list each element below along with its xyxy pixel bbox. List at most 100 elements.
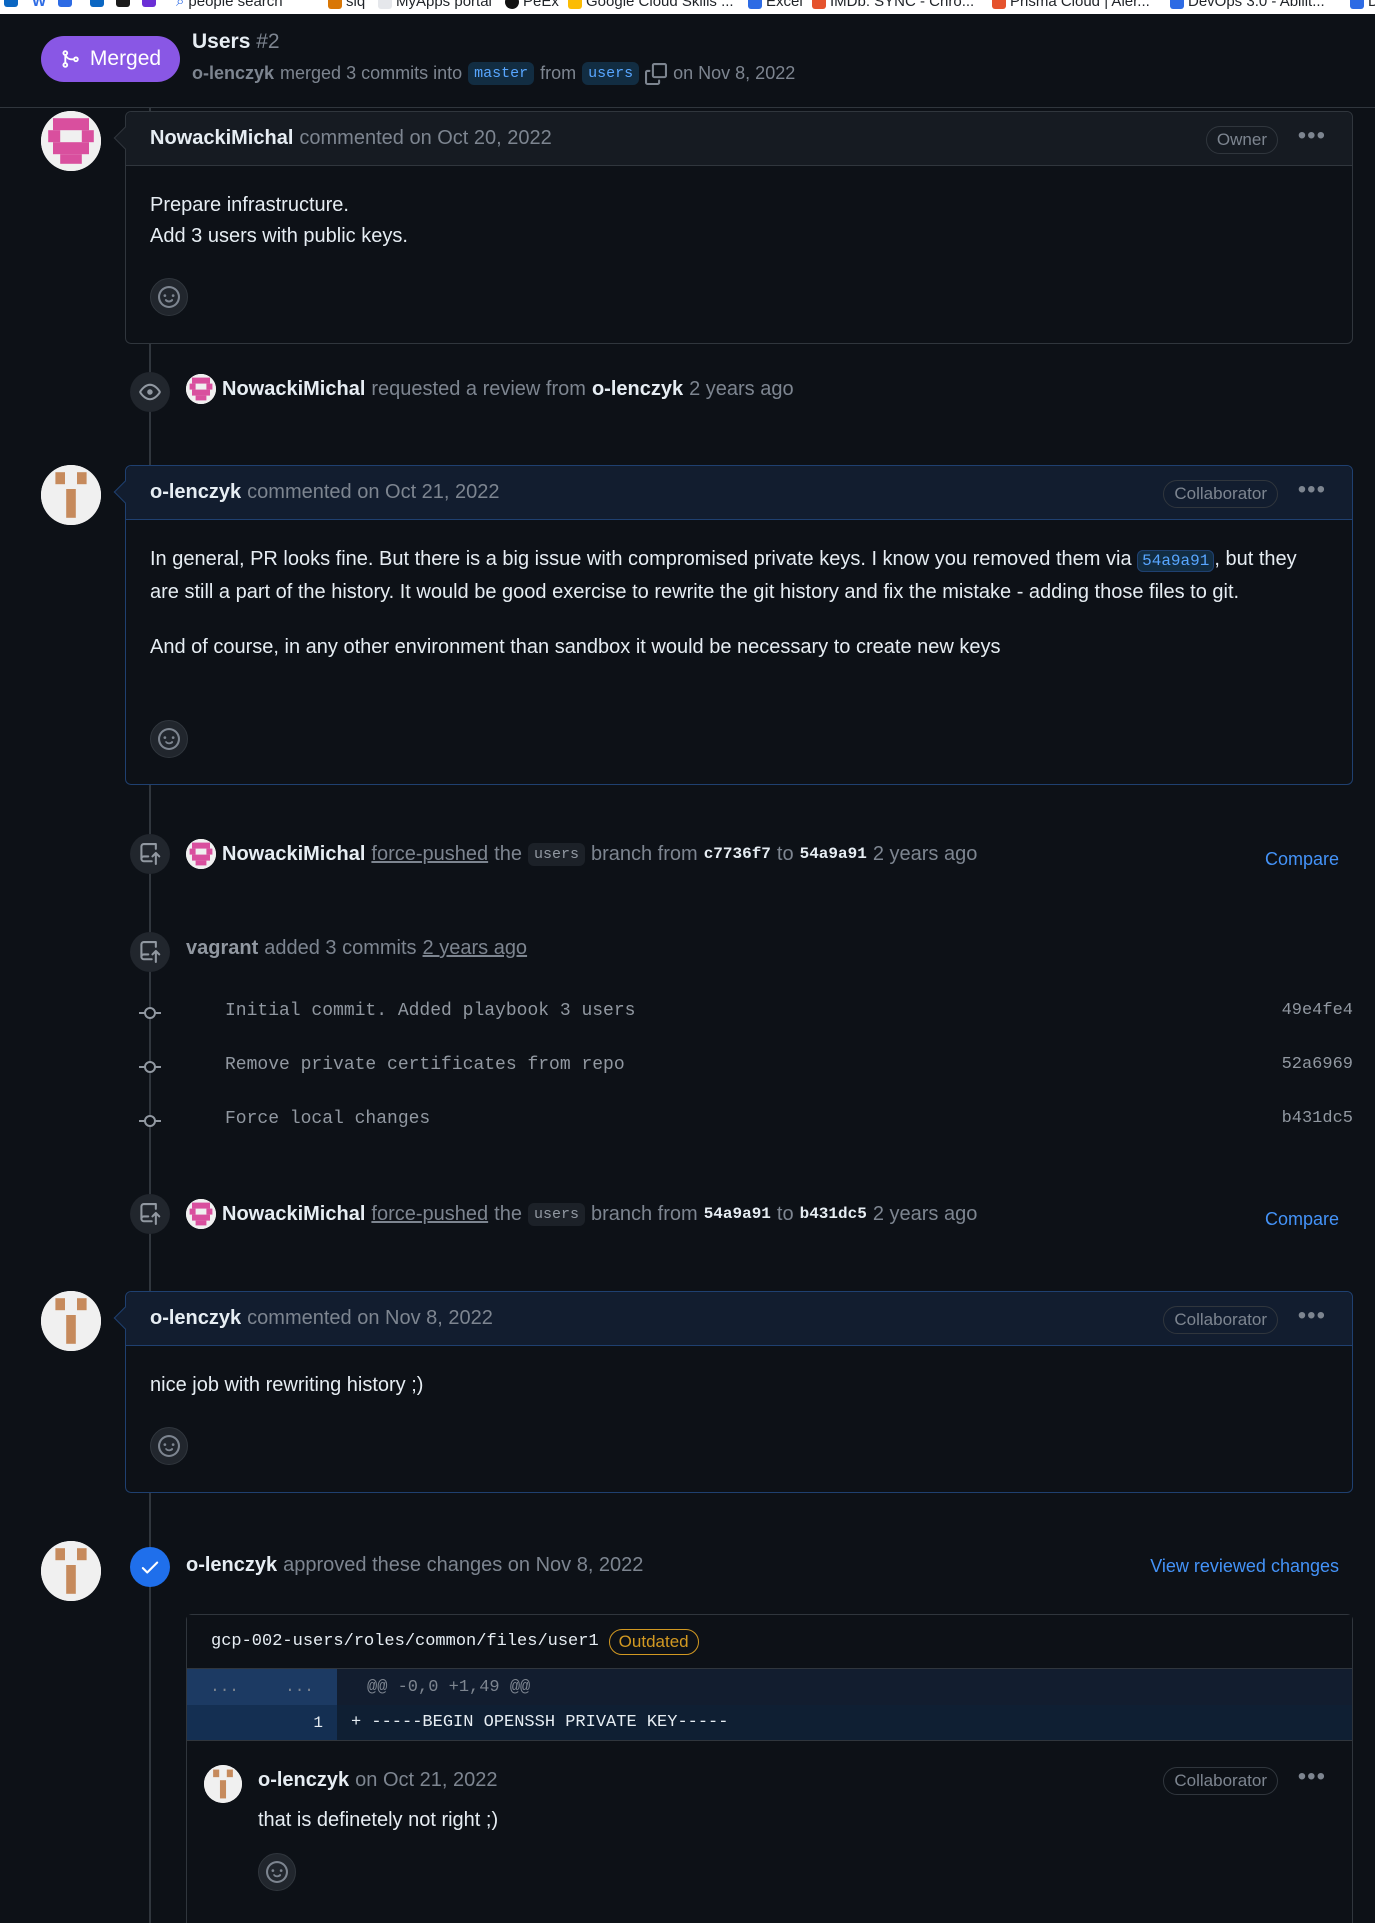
bookmark-purple[interactable] xyxy=(142,0,156,7)
line-number[interactable]: 1 xyxy=(187,1705,337,1740)
outlook-icon xyxy=(4,0,18,7)
add-reaction-button[interactable] xyxy=(150,278,188,316)
comment-meta[interactable]: on Oct 21, 2022 xyxy=(355,1769,497,1792)
bookmark-d[interactable]: D xyxy=(1350,0,1375,10)
to-sha[interactable]: 54a9a91 xyxy=(800,845,867,863)
add-reaction-button[interactable] xyxy=(258,1853,296,1891)
pr-merge-summary: o-lenczyk merged 3 commits into master f… xyxy=(192,62,795,85)
comment-author[interactable]: o-lenczyk xyxy=(150,1307,241,1330)
comment-meta[interactable]: commented on Nov 8, 2022 xyxy=(247,1307,493,1330)
comment-body: Prepare infrastructure. Add 3 users with… xyxy=(126,166,1352,276)
comment-body: nice job with rewriting history ;) xyxy=(126,1346,1352,1425)
bookmark-confluence[interactable] xyxy=(58,0,72,7)
commit-message[interactable]: Remove private certificates from repo xyxy=(225,1055,625,1075)
base-branch-link[interactable]: master xyxy=(468,62,535,85)
file-path-link[interactable]: gcp-002-users/roles/common/files/user1 xyxy=(211,1632,599,1651)
bookmark-imdb[interactable]: IMDb: SYNC - Chro... xyxy=(812,0,974,10)
repo-push-icon xyxy=(140,1203,161,1225)
to-sha[interactable]: b431dc5 xyxy=(800,1205,867,1223)
event-time[interactable]: 2 years ago xyxy=(873,1203,978,1226)
bookmark-devops[interactable]: DevOps 3.0 - Abilit... xyxy=(1170,0,1325,10)
kebab-menu-icon[interactable]: ••• xyxy=(1298,1304,1326,1328)
commit-message[interactable]: Initial commit. Added playbook 3 users xyxy=(225,1001,635,1021)
bookmark-myapps[interactable]: MyApps portal xyxy=(378,0,492,10)
avatar-o-lenczyk[interactable] xyxy=(41,1291,101,1351)
event-time[interactable]: 2 years ago xyxy=(689,378,794,401)
force-pushed-link[interactable]: force-pushed xyxy=(371,1203,488,1226)
avatar-nowackimichal[interactable] xyxy=(186,374,216,404)
avatar-nowackimichal[interactable] xyxy=(186,839,216,869)
bookmark-word[interactable]: W xyxy=(32,0,46,10)
commit-sha[interactable]: 49e4fe4 xyxy=(1282,1001,1353,1020)
avatar-o-lenczyk[interactable] xyxy=(41,465,101,525)
bookmark-excel[interactable]: Excel xyxy=(748,0,803,10)
review-approved-event: o-lenczyk approved these changes on Nov … xyxy=(186,1554,643,1577)
bookmark-trello[interactable] xyxy=(90,0,104,7)
comment-meta[interactable]: commented on Oct 20, 2022 xyxy=(299,127,551,150)
branch-label[interactable]: users xyxy=(527,1202,585,1226)
event-actor[interactable]: o-lenczyk xyxy=(186,1554,277,1577)
commit-sha[interactable]: 52a6969 xyxy=(1282,1055,1353,1074)
excel-icon xyxy=(748,0,762,9)
compare-link[interactable]: Compare xyxy=(1265,1209,1339,1230)
from-sha[interactable]: c7736f7 xyxy=(704,845,771,863)
kebab-menu-icon[interactable]: ••• xyxy=(1298,1765,1326,1789)
add-reaction-button[interactable] xyxy=(150,1427,188,1465)
comment-author[interactable]: NowackiMichal xyxy=(150,127,293,150)
diff-line-text: + -----BEGIN OPENSSH PRIVATE KEY----- xyxy=(351,1713,729,1732)
repo-push-icon xyxy=(140,843,161,865)
merger-link[interactable]: o-lenczyk xyxy=(192,63,274,84)
event-time[interactable]: 2 years ago xyxy=(873,843,978,866)
commit-sha[interactable]: b431dc5 xyxy=(1282,1109,1353,1128)
kebab-menu-icon[interactable]: ••• xyxy=(1298,124,1326,148)
avatar-nowackimichal[interactable] xyxy=(41,111,101,171)
bookmark-outlook[interactable] xyxy=(4,0,18,7)
push-event-badge xyxy=(130,932,170,972)
event-text: to xyxy=(776,1202,794,1225)
event-time[interactable]: 2 years ago xyxy=(423,937,528,960)
view-reviewed-changes-link[interactable]: View reviewed changes xyxy=(1150,1556,1339,1577)
force-pushed-link[interactable]: force-pushed xyxy=(371,843,488,866)
commit-sha-link[interactable]: 54a9a91 xyxy=(1137,550,1215,572)
repo-push-icon xyxy=(140,941,161,963)
comment-author[interactable]: o-lenczyk xyxy=(150,481,241,504)
event-target[interactable]: o-lenczyk xyxy=(592,378,683,401)
hunk-expand[interactable]: ...... xyxy=(187,1669,337,1705)
event-actor[interactable]: NowackiMichal xyxy=(222,843,365,866)
bookmark-google-cloud[interactable]: Google Cloud Skills ... xyxy=(568,0,734,10)
comment-header: NowackiMichal commented on Oct 20, 2022 … xyxy=(126,112,1352,166)
event-text: the xyxy=(494,842,522,865)
event-actor[interactable]: NowackiMichal xyxy=(222,1203,365,1226)
commit-message[interactable]: Force local changes xyxy=(225,1109,430,1129)
eye-icon xyxy=(139,383,161,401)
copy-icon[interactable] xyxy=(645,62,668,85)
commit-row[interactable]: Remove private certificates from repo 52… xyxy=(0,1051,1375,1081)
comment-paragraph: And of course, in any other environment … xyxy=(150,636,1001,658)
force-push-event: NowackiMichal force-pushed the users bra… xyxy=(186,1199,977,1229)
commit-row[interactable]: Initial commit. Added playbook 3 users 4… xyxy=(0,997,1375,1027)
avatar-nowackimichal[interactable] xyxy=(186,1199,216,1229)
from-sha[interactable]: 54a9a91 xyxy=(704,1205,771,1223)
compare-link[interactable]: Compare xyxy=(1265,849,1339,870)
comment-meta[interactable]: commented on Oct 21, 2022 xyxy=(247,481,499,504)
bookmark-people-search[interactable]: ⌕ people search xyxy=(176,0,283,10)
add-reaction-button[interactable] xyxy=(150,720,188,758)
kebab-menu-icon[interactable]: ••• xyxy=(1298,478,1326,502)
comment-text: nice job with rewriting history ;) xyxy=(150,1374,424,1396)
page-title: Users #2 xyxy=(192,30,280,54)
bookmark-siq[interactable]: siq xyxy=(328,0,365,10)
comment-author[interactable]: o-lenczyk xyxy=(258,1769,349,1792)
bookmark-prisma[interactable]: Prisma Cloud | Aler... xyxy=(992,0,1150,10)
event-text[interactable]: approved these changes on Nov 8, 2022 xyxy=(283,1554,643,1577)
commit-row[interactable]: Force local changes b431dc5 xyxy=(0,1105,1375,1135)
event-actor[interactable]: NowackiMichal xyxy=(222,378,365,401)
bookmark-app[interactable] xyxy=(116,0,130,7)
identicon xyxy=(41,1541,101,1601)
bookmark-peex[interactable]: PeEx xyxy=(505,0,559,10)
diff-line: 1 + -----BEGIN OPENSSH PRIVATE KEY----- xyxy=(187,1705,1352,1741)
avatar-o-lenczyk[interactable] xyxy=(204,1765,242,1803)
avatar-o-lenczyk[interactable] xyxy=(41,1541,101,1601)
head-branch-link[interactable]: users xyxy=(582,62,640,85)
branch-label[interactable]: users xyxy=(527,842,585,866)
comment-body: In general, PR looks fine. But there is … xyxy=(126,520,1352,687)
